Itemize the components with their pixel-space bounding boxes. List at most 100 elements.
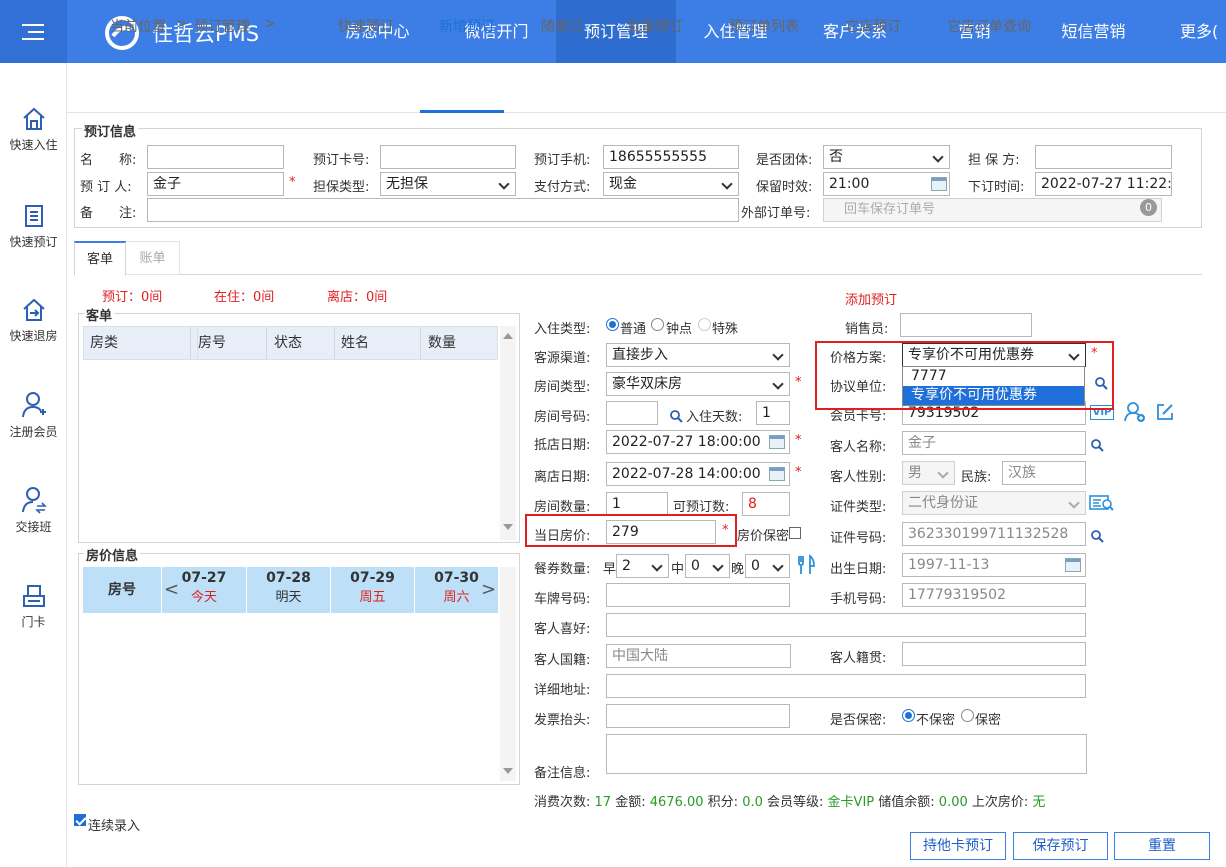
pref-field[interactable] — [606, 613, 1086, 637]
name-field[interactable] — [147, 145, 284, 169]
scroll-down-icon[interactable] — [503, 524, 513, 530]
tab-divider — [74, 274, 1202, 275]
breadcrumb-page[interactable]: 预订管理 — [194, 16, 250, 36]
radio-normal[interactable] — [606, 318, 619, 331]
sidebar-item-door-card[interactable]: 门卡 — [0, 583, 67, 630]
calendar-icon[interactable] — [769, 467, 785, 481]
search-icon[interactable] — [1091, 439, 1104, 452]
qty-field[interactable]: 1 — [606, 492, 668, 516]
price-col-room: 房号 — [83, 567, 161, 613]
tab-other-store-booking[interactable]: 它店预订 — [845, 16, 901, 36]
radio-secret[interactable] — [961, 709, 974, 722]
sales-field[interactable] — [900, 313, 1032, 337]
guest-list-scrollbar[interactable] — [500, 326, 516, 540]
plate-field[interactable] — [606, 583, 790, 607]
price-date-cell: 07-28 明天 — [247, 567, 330, 613]
radio-special[interactable] — [698, 318, 711, 331]
pay-select[interactable]: 现金 — [603, 172, 739, 196]
calendar-icon[interactable] — [1065, 558, 1081, 572]
tab-other-store-query[interactable]: 它店订单查询 — [947, 16, 1031, 36]
tab-guest[interactable]: 客单 — [74, 241, 126, 276]
arrive-field[interactable]: 2022-07-27 18:00:00 — [606, 430, 790, 454]
phone-label: 预订手机: — [534, 153, 591, 168]
mobile-field[interactable]: 17779319502 — [902, 583, 1086, 607]
tab-booking-list[interactable]: 预订单列表 — [729, 16, 799, 36]
checkin-type-label: 入住类型: — [534, 322, 591, 337]
scroll-up-icon[interactable] — [503, 333, 513, 339]
rate-secret-checkbox[interactable] — [789, 527, 801, 539]
group-select[interactable]: 否 — [823, 145, 950, 169]
remark-field[interactable] — [147, 198, 739, 222]
book-other-card-button[interactable]: 持他卡预订 — [910, 832, 1006, 860]
search-icon[interactable] — [1091, 530, 1104, 543]
address-field[interactable] — [606, 674, 1086, 698]
continuous-checkbox[interactable] — [74, 814, 86, 826]
gtype-select[interactable]: 无担保 — [380, 172, 516, 196]
prev-dates-button[interactable]: < — [164, 579, 179, 600]
calendar-icon[interactable] — [769, 435, 785, 449]
guarantor-field[interactable] — [1035, 145, 1172, 169]
visits-value: 17 — [594, 795, 612, 810]
idtype-select[interactable]: 二代身份证 — [902, 491, 1086, 515]
search-icon[interactable] — [670, 410, 683, 423]
phone-field[interactable]: 18655555555 — [603, 145, 739, 169]
dinner-select[interactable]: 0 — [745, 554, 790, 578]
reset-button[interactable]: 重置 — [1114, 832, 1210, 860]
ethnic-field[interactable]: 汉族 — [1002, 461, 1086, 485]
tab-bill[interactable]: 账单 — [126, 241, 180, 275]
invoice-field[interactable] — [606, 704, 790, 728]
rate-field[interactable]: 279 — [606, 520, 716, 544]
native-field[interactable] — [902, 642, 1086, 666]
next-dates-button[interactable]: > — [481, 579, 496, 600]
radio-hourly[interactable] — [651, 318, 664, 331]
ordertime-field[interactable]: 2022-07-27 11:22:5 — [1035, 172, 1172, 196]
sidebar-item-quick-checkout[interactable]: 快速退房 — [0, 297, 67, 344]
source-select[interactable]: 直接步入 — [606, 343, 790, 367]
price-scrollbar[interactable] — [500, 567, 516, 781]
save-booking-button[interactable]: 保存预订 — [1013, 832, 1108, 860]
nation-field[interactable]: 中国大陆 — [606, 644, 791, 668]
add-user-icon[interactable] — [1124, 401, 1146, 423]
guest-name-field[interactable]: 金子 — [902, 431, 1086, 455]
booked-count: 预订：0间 — [102, 290, 163, 305]
lunch-select[interactable]: 0 — [685, 554, 730, 578]
price-date: 07-29 — [350, 570, 395, 586]
card-field[interactable] — [380, 145, 516, 169]
document-icon — [24, 205, 43, 227]
nav-more[interactable]: 更多( — [1153, 0, 1226, 63]
pref-label: 客人喜好: — [534, 622, 591, 637]
tab-new-booking[interactable]: 新增预订 — [439, 16, 495, 36]
idno-field[interactable]: 362330199711132528 — [902, 522, 1086, 546]
roomno-field[interactable] — [606, 401, 658, 425]
radio-not-secret-label: 不保密 — [916, 713, 956, 728]
add-booking-link[interactable]: 添加预订 — [845, 289, 897, 308]
breakfast-select[interactable]: 2 — [616, 554, 669, 578]
extorder-field[interactable]: 回车保存订单号 — [823, 198, 1162, 222]
gender-select[interactable]: 男 — [902, 461, 955, 485]
tab-quick-booking[interactable]: 快速预订 — [338, 16, 394, 36]
price-weekday: 周五 — [359, 590, 386, 605]
sidebar-item-quick-booking[interactable]: 快速预订 — [0, 203, 67, 250]
member-summary: 消费次数: 17 金额: 4676.00 积分: 0.0 会员等级: 金卡VIP… — [534, 795, 1046, 810]
depart-field[interactable]: 2022-07-28 14:00:00 — [606, 462, 790, 486]
calendar-icon[interactable] — [931, 177, 947, 191]
note-textarea[interactable] — [606, 734, 1087, 774]
scroll-down-icon[interactable] — [503, 768, 513, 774]
booker-field[interactable]: 金子 — [147, 172, 284, 196]
required-star: * — [795, 465, 802, 480]
menu-toggle-button[interactable] — [0, 0, 67, 63]
nav-sms[interactable]: 短信营销 — [1034, 0, 1153, 63]
edit-icon[interactable] — [1155, 402, 1175, 422]
birth-field[interactable]: 1997-11-13 — [902, 553, 1086, 577]
roomtype-select[interactable]: 豪华双床房 — [606, 372, 790, 396]
sidebar-item-register-member[interactable]: 注册会员 — [0, 391, 67, 440]
tab-free-booking[interactable]: 随意订 — [541, 16, 583, 36]
days-field[interactable]: 1 — [756, 401, 790, 425]
radio-not-secret[interactable] — [902, 709, 915, 722]
id-card-search-icon[interactable] — [1089, 494, 1115, 512]
sidebar — [0, 63, 67, 867]
booker-label: 预 订 人: — [80, 180, 132, 195]
sidebar-item-quick-checkin[interactable]: 快速入住 — [0, 106, 67, 153]
tab-batch-booking[interactable]: 批量预订 — [627, 16, 683, 36]
sidebar-item-shift-handover[interactable]: 交接班 — [0, 486, 67, 535]
